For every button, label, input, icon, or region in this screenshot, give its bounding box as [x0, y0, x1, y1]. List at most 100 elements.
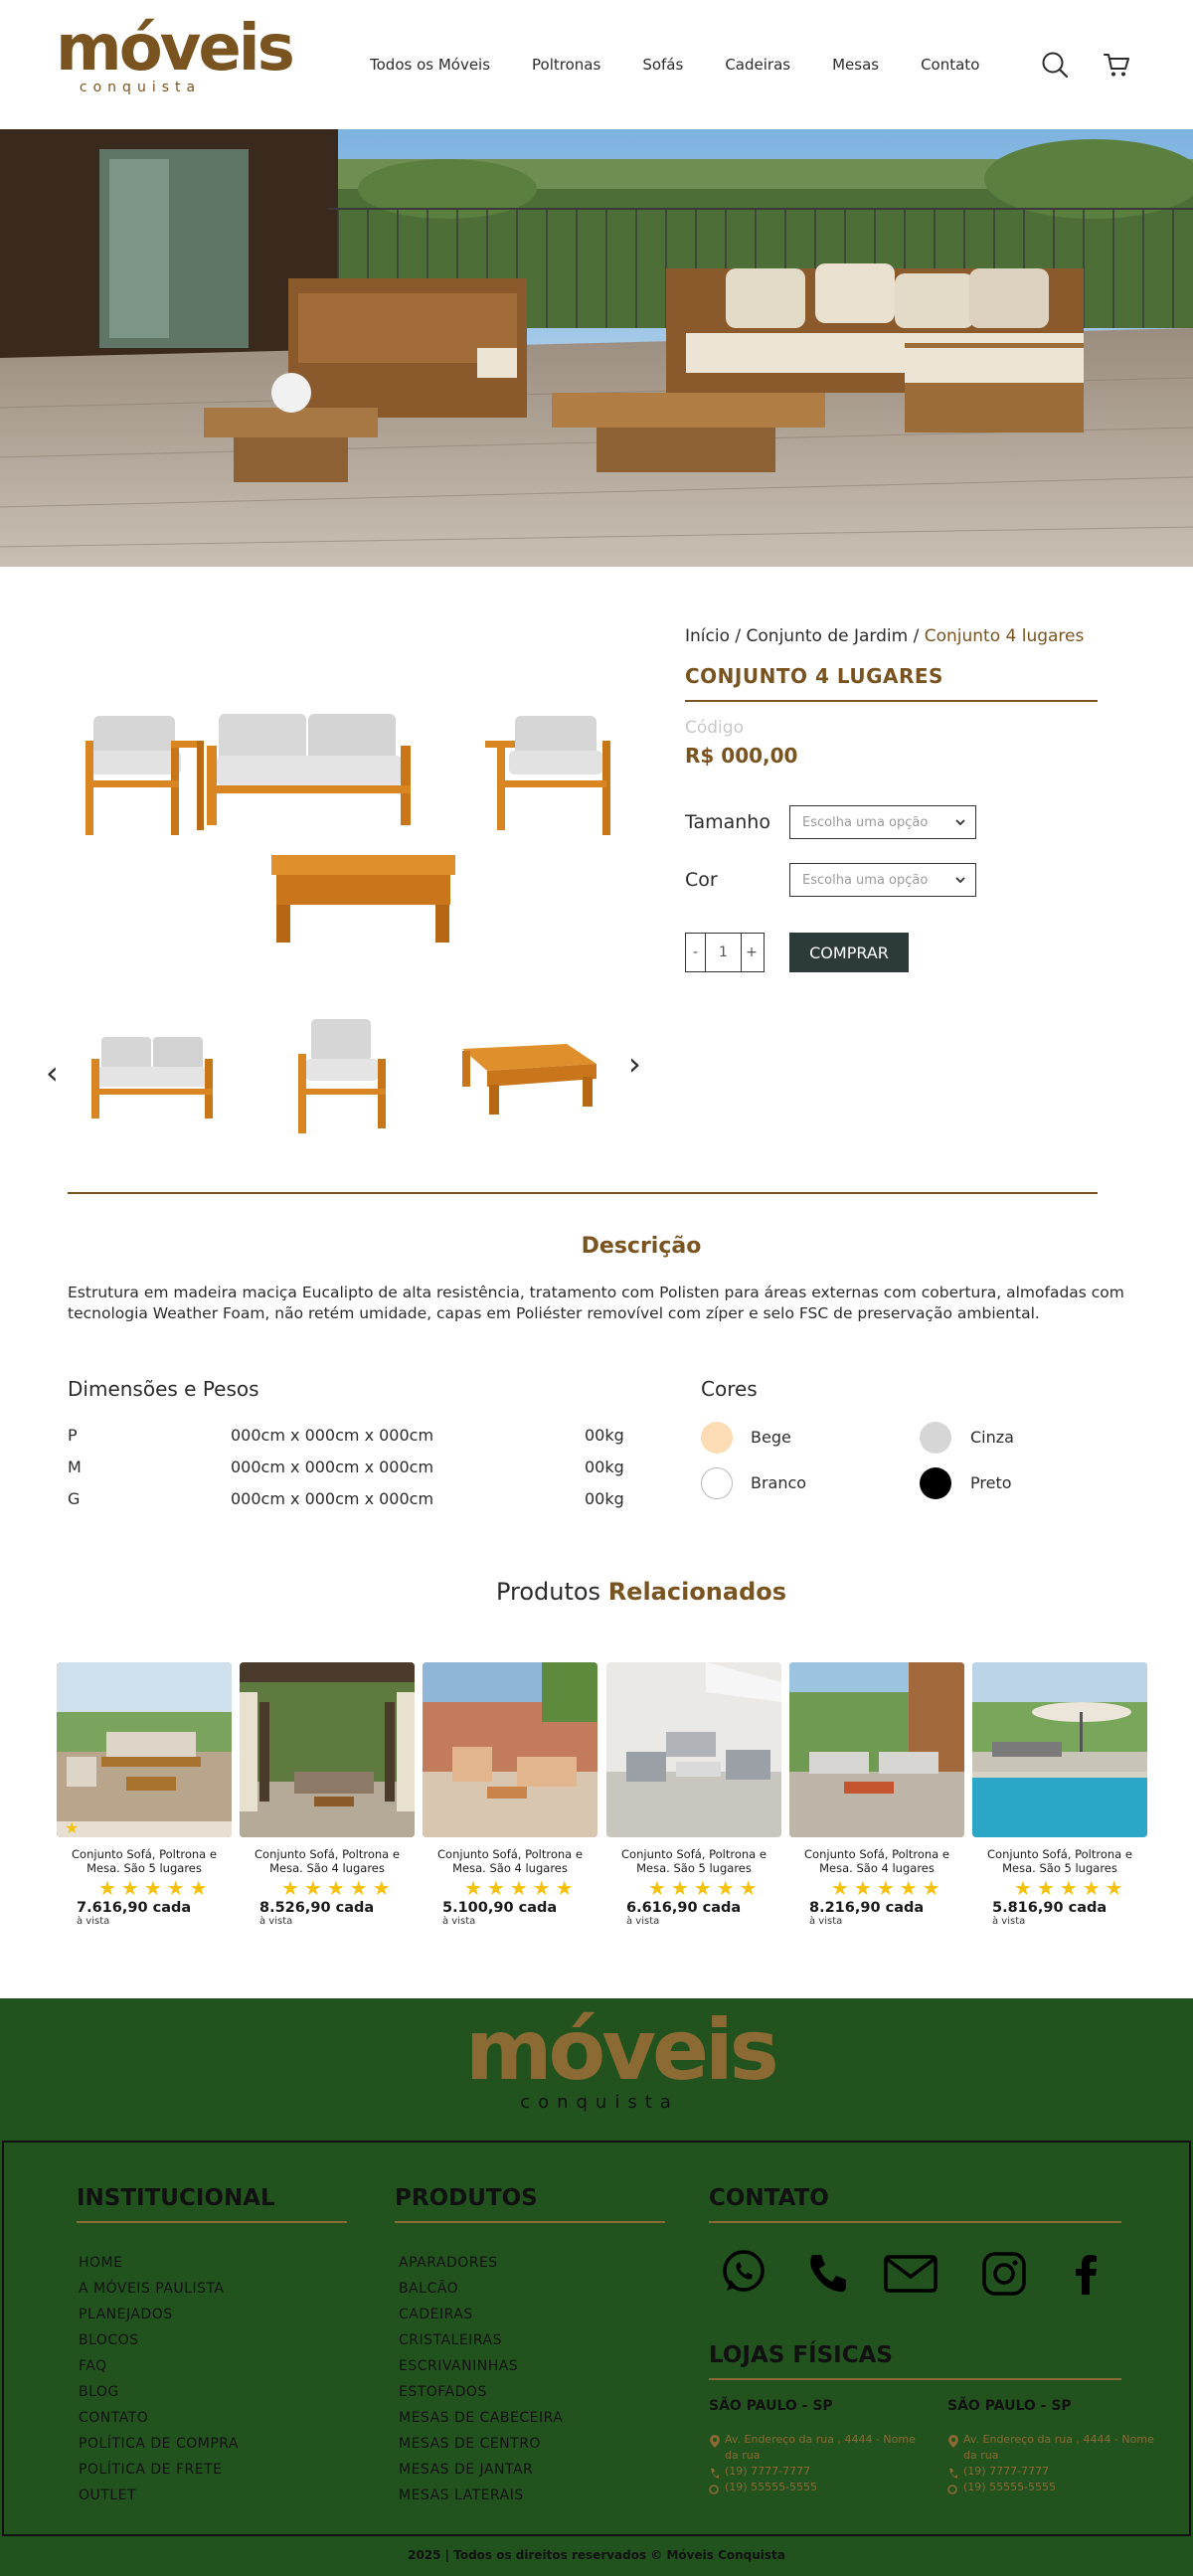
description-text: Estrutura em madeira maciça Eucalipto de…: [68, 1284, 1124, 1322]
store-whatsapp: (19) 55555-5555: [725, 2481, 818, 2493]
footer-link-a-moveis-paulista[interactable]: A MÓVEIS PAULISTA: [79, 2276, 239, 2302]
product-card-price: 8.526,90 cada: [259, 1900, 375, 1916]
color-swatch-preto[interactable]: [920, 1467, 951, 1499]
product-card[interactable]: Conjunto Sofá, Poltrona e Mesa. São 5 lu…: [972, 1662, 1147, 1931]
footer-link-mesas-cabeceira[interactable]: MESAS DE CABECEIRA: [399, 2405, 563, 2431]
rating-stars: ★★★★★: [1014, 1876, 1128, 1900]
product-card-note: à vista: [442, 1916, 476, 1927]
nav-cadeiras[interactable]: Cadeiras: [725, 56, 790, 74]
footer-link-mesas-centro[interactable]: MESAS DE CENTRO: [399, 2431, 563, 2457]
footer-link-cristaleiras[interactable]: CRISTALEIRAS: [399, 2327, 563, 2353]
footer-link-politica-compra[interactable]: POLÍTICA DE COMPRA: [79, 2431, 239, 2457]
breadcrumb-current: Conjunto 4 lugares: [924, 626, 1085, 646]
dimension-weight: 00kg: [585, 1489, 624, 1508]
footer-link-estofados[interactable]: ESTOFADOS: [399, 2379, 563, 2405]
footer-link-outlet[interactable]: OUTLET: [79, 2483, 239, 2508]
product-card-name: Conjunto Sofá, Poltrona e Mesa. São 5 lu…: [987, 1847, 1132, 1875]
product-card-name: Conjunto Sofá, Poltrona e Mesa. São 4 lu…: [804, 1847, 949, 1875]
carousel-next-arrow[interactable]: ›: [628, 1045, 641, 1083]
footer-link-mesas-laterais[interactable]: MESAS LATERAIS: [399, 2483, 563, 2508]
product-code-label: Código: [685, 718, 744, 738]
chevron-down-icon: [955, 819, 965, 826]
cart-icon[interactable]: [1102, 50, 1131, 80]
search-icon[interactable]: [1040, 50, 1070, 80]
thumbnail-sofa[interactable]: [80, 1009, 229, 1148]
buy-button[interactable]: COMPRAR: [789, 933, 909, 972]
footer-link-home[interactable]: HOME: [79, 2250, 239, 2276]
color-name-bege: Bege: [751, 1428, 791, 1447]
footer-link-escrivaninhas[interactable]: ESCRIVANINHAS: [399, 2353, 563, 2379]
quantity-value[interactable]: 1: [706, 934, 742, 971]
main-nav: Todos os Móveis Poltronas Sofás Cadeiras…: [370, 56, 979, 74]
size-select[interactable]: Escolha uma opção: [789, 805, 976, 839]
copyright-text: 2025 | Todos os direitos reservados © Mó…: [408, 2548, 785, 2562]
thumbnail-armchair[interactable]: [266, 1009, 416, 1148]
product-card-note: à vista: [259, 1916, 293, 1927]
breadcrumb-category[interactable]: Conjunto de Jardim: [747, 626, 909, 646]
footer-link-blog[interactable]: BLOG: [79, 2379, 239, 2405]
dimension-weight: 00kg: [585, 1426, 624, 1445]
breadcrumb-home[interactable]: Início: [685, 626, 730, 646]
brand-logo[interactable]: móveis conquista: [56, 17, 295, 107]
product-card[interactable]: Conjunto Sofá, Poltrona e Mesa. São 5 lu…: [606, 1662, 781, 1931]
product-card[interactable]: Conjunto Sofá, Poltrona e Mesa. São 4 lu…: [240, 1662, 415, 1931]
product-card-note: à vista: [626, 1916, 660, 1927]
product-card-price: 5.816,90 cada: [992, 1900, 1108, 1916]
carousel-prev-arrow[interactable]: ‹: [46, 1054, 59, 1092]
footer-link-aparadores[interactable]: APARADORES: [399, 2250, 563, 2276]
color-swatch-cinza[interactable]: [920, 1422, 951, 1454]
whatsapp-small-icon: [709, 2485, 719, 2494]
product-card-name: Conjunto Sofá, Poltrona e Mesa. São 5 lu…: [621, 1847, 767, 1875]
related-products-title: Produtos Relacionados: [0, 1578, 1193, 1606]
store-phone: (19) 7777-7777: [963, 2465, 1050, 2478]
footer-institucional-list: HOME A MÓVEIS PAULISTA PLANEJADOS BLOCOS…: [79, 2250, 239, 2508]
armchair-left-illustration: [85, 716, 204, 835]
product-card[interactable]: ★ Conjunto Sofá, Poltrona e Mesa. São 5 …: [57, 1662, 232, 1931]
product-card[interactable]: Conjunto Sofá, Poltrona e Mesa. São 4 lu…: [789, 1662, 964, 1931]
phone-icon[interactable]: [802, 2249, 852, 2299]
facebook-icon[interactable]: [1062, 2249, 1111, 2299]
armchair-right-illustration: [485, 716, 610, 835]
email-icon[interactable]: [883, 2249, 938, 2299]
instagram-icon[interactable]: [979, 2249, 1029, 2299]
footer-link-balcao[interactable]: BALCÃO: [399, 2276, 563, 2302]
nav-poltronas[interactable]: Poltronas: [532, 56, 600, 74]
footer-institucional-title: INSTITUCIONAL: [77, 2185, 347, 2223]
store-address: Av. Endereço da rua , 4444 - Nome da rua: [725, 2433, 916, 2462]
footer-link-mesas-jantar[interactable]: MESAS DE JANTAR: [399, 2457, 563, 2483]
color-swatch-bege[interactable]: [701, 1422, 733, 1454]
footer-link-cadeiras[interactable]: CADEIRAS: [399, 2302, 563, 2327]
footer-link-blocos[interactable]: BLOCOS: [79, 2327, 239, 2353]
nav-mesas[interactable]: Mesas: [832, 56, 879, 74]
footer-logo-wordmark: móveis: [465, 2001, 779, 2099]
footer-link-planejados[interactable]: PLANEJADOS: [79, 2302, 239, 2327]
whatsapp-icon[interactable]: [719, 2247, 768, 2297]
color-name-branco: Branco: [751, 1473, 807, 1492]
footer-lojas-title: LOJAS FÍSICAS: [709, 2342, 1121, 2380]
product-card[interactable]: Conjunto Sofá, Poltrona e Mesa. São 4 lu…: [423, 1662, 597, 1931]
product-card-image: [240, 1662, 415, 1837]
product-main-image[interactable]: [68, 686, 650, 964]
color-option-row: Cor Escolha uma opção: [685, 863, 1098, 897]
footer-produtos-title: PRODUTOS: [395, 2185, 665, 2223]
site-header: móveis conquista Todos os Móveis Poltron…: [0, 0, 1193, 129]
thumbnail-coffee-table[interactable]: [447, 1009, 596, 1148]
quantity-decrease-button[interactable]: -: [686, 934, 706, 971]
location-pin-icon: [948, 2435, 958, 2448]
store-address: Av. Endereço da rua , 4444 - Nome da rua: [963, 2433, 1154, 2462]
footer-logo[interactable]: móveis conquista: [465, 2001, 779, 2118]
svg-text:★: ★: [65, 1818, 79, 1837]
footer-link-contato[interactable]: CONTATO: [79, 2405, 239, 2431]
product-card-note: à vista: [992, 1916, 1026, 1927]
location-pin-icon: [710, 2435, 720, 2448]
footer-link-politica-frete[interactable]: POLÍTICA DE FRETE: [79, 2457, 239, 2483]
color-swatch-branco[interactable]: [701, 1467, 733, 1499]
nav-todos-moveis[interactable]: Todos os Móveis: [370, 56, 490, 74]
product-page: móveis conquista Todos os Móveis Poltron…: [0, 0, 1193, 2576]
nav-sofas[interactable]: Sofás: [642, 56, 683, 74]
purchase-row: - 1 + COMPRAR: [685, 933, 1098, 972]
color-select[interactable]: Escolha uma opção: [789, 863, 976, 897]
quantity-increase-button[interactable]: +: [742, 934, 762, 971]
nav-contato[interactable]: Contato: [921, 56, 979, 74]
footer-link-faq[interactable]: FAQ: [79, 2353, 239, 2379]
